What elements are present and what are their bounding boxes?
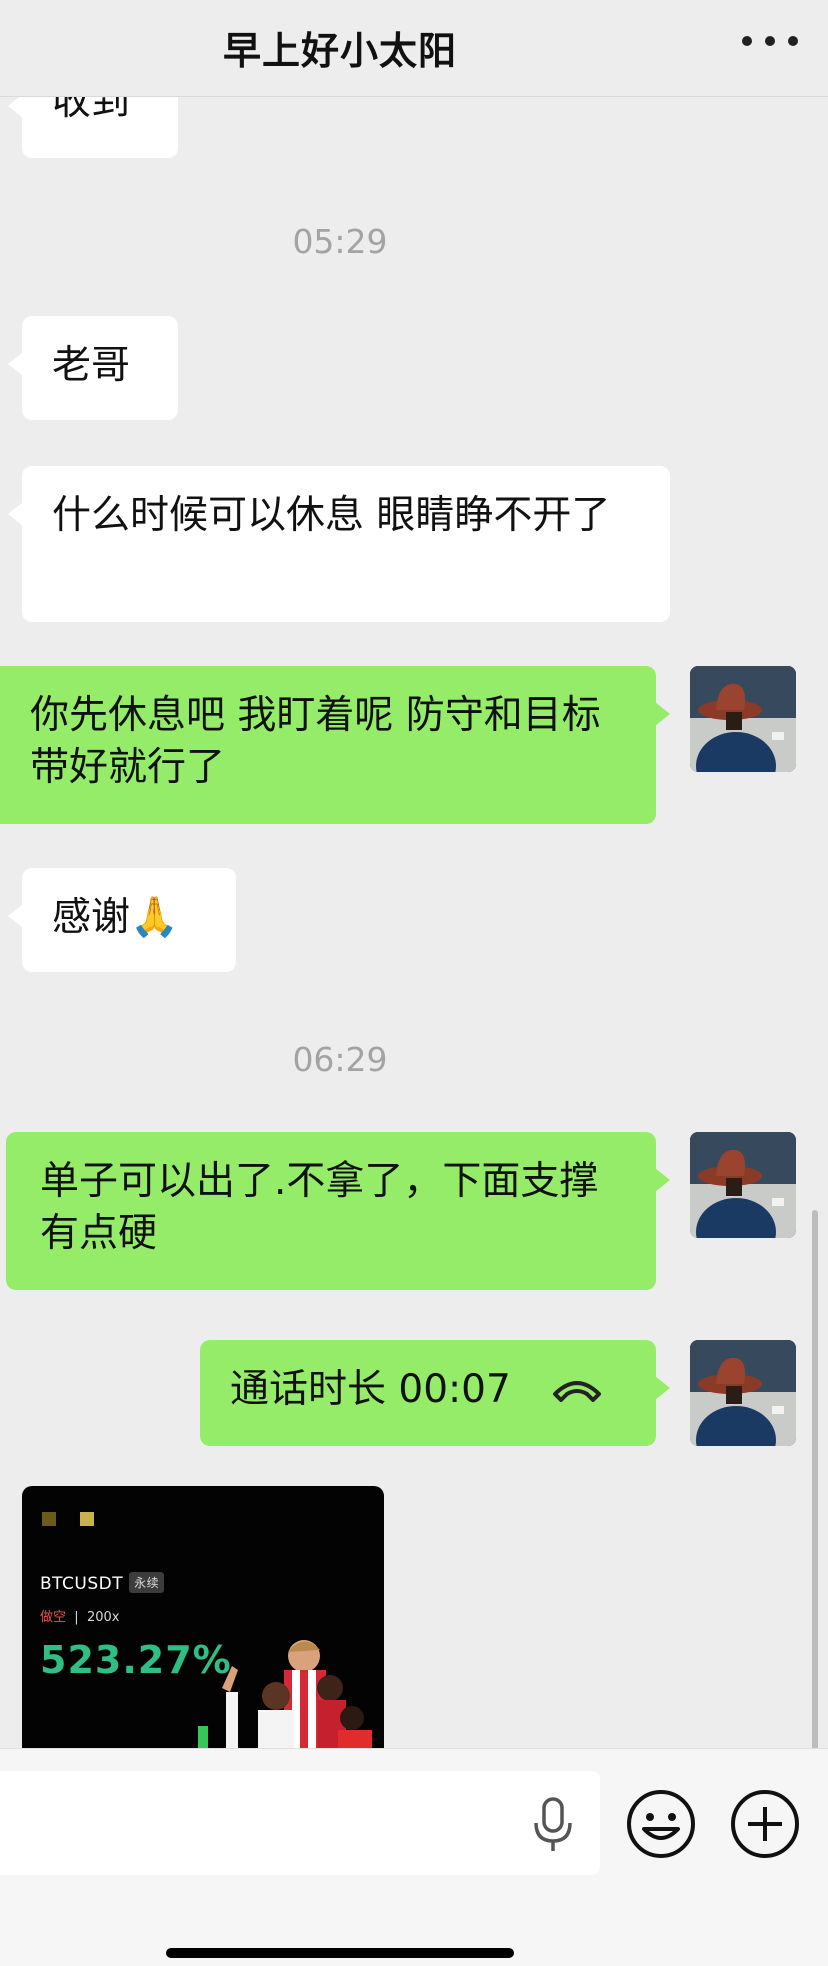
message-incoming[interactable]: 感谢🙏 xyxy=(8,868,236,972)
avatar[interactable] xyxy=(690,1132,796,1238)
pair-text: BTCUSDT xyxy=(40,1574,124,1594)
timestamp: 05:29 xyxy=(292,222,388,261)
phone-handset-icon xyxy=(551,1364,603,1416)
microphone-icon[interactable] xyxy=(530,1797,576,1853)
call-duration-text: 通话时长 00:07 xyxy=(230,1367,511,1412)
more-dots-icon[interactable] xyxy=(742,26,798,56)
timestamp: 06:29 xyxy=(292,1040,388,1079)
players-graphic xyxy=(198,1640,372,1748)
contract-tag: 永续 xyxy=(129,1572,165,1593)
message-text: 单子可以出了.不拿了，下面支撑有点硬 xyxy=(40,1159,599,1256)
message-text: 你先休息吧 我盯着呢 防守和目标带好就行了 xyxy=(30,693,601,790)
message-outgoing[interactable]: 你先休息吧 我盯着呢 防守和目标带好就行了 xyxy=(0,666,670,824)
call-record-bubble[interactable]: 通话时长 00:07 xyxy=(200,1340,670,1446)
message-incoming[interactable]: 老哥 xyxy=(8,316,178,420)
avatar[interactable] xyxy=(690,666,796,772)
input-bar xyxy=(0,1748,828,1966)
scrollbar[interactable] xyxy=(812,1210,818,1748)
avatar[interactable] xyxy=(690,1340,796,1446)
message-input[interactable] xyxy=(0,1771,600,1875)
position-side: 做空 | 200x xyxy=(40,1606,119,1625)
chat-area[interactable]: 收到 05:29 老哥 什么时候可以休息 眼睛睁不开了 你先休息吧 我盯着呢 防… xyxy=(0,0,828,1748)
trading-pair: BTCUSDT 永续 xyxy=(40,1572,165,1594)
message-outgoing[interactable]: 单子可以出了.不拿了，下面支撑有点硬 xyxy=(6,1132,670,1290)
message-text: 老哥 xyxy=(52,343,131,388)
leverage-text: 200x xyxy=(86,1610,120,1625)
brand-mark xyxy=(42,1512,94,1526)
emoji-smile-icon[interactable] xyxy=(626,1789,696,1859)
separator: | xyxy=(70,1610,83,1625)
chat-header: 早上好小太阳 xyxy=(0,0,828,97)
message-incoming[interactable]: 什么时候可以休息 眼睛睁不开了 xyxy=(8,466,670,622)
side-text: 做空 xyxy=(40,1610,67,1625)
message-text: 什么时候可以休息 眼睛睁不开了 xyxy=(52,493,611,538)
plus-circle-icon[interactable] xyxy=(730,1789,800,1859)
chat-title: 早上好小太阳 xyxy=(222,29,457,73)
message-text: 感谢🙏 xyxy=(52,895,179,940)
image-message[interactable]: BTCUSDT 永续 做空 | 200x 523.27% xyxy=(22,1486,384,1748)
home-indicator[interactable] xyxy=(166,1948,514,1958)
